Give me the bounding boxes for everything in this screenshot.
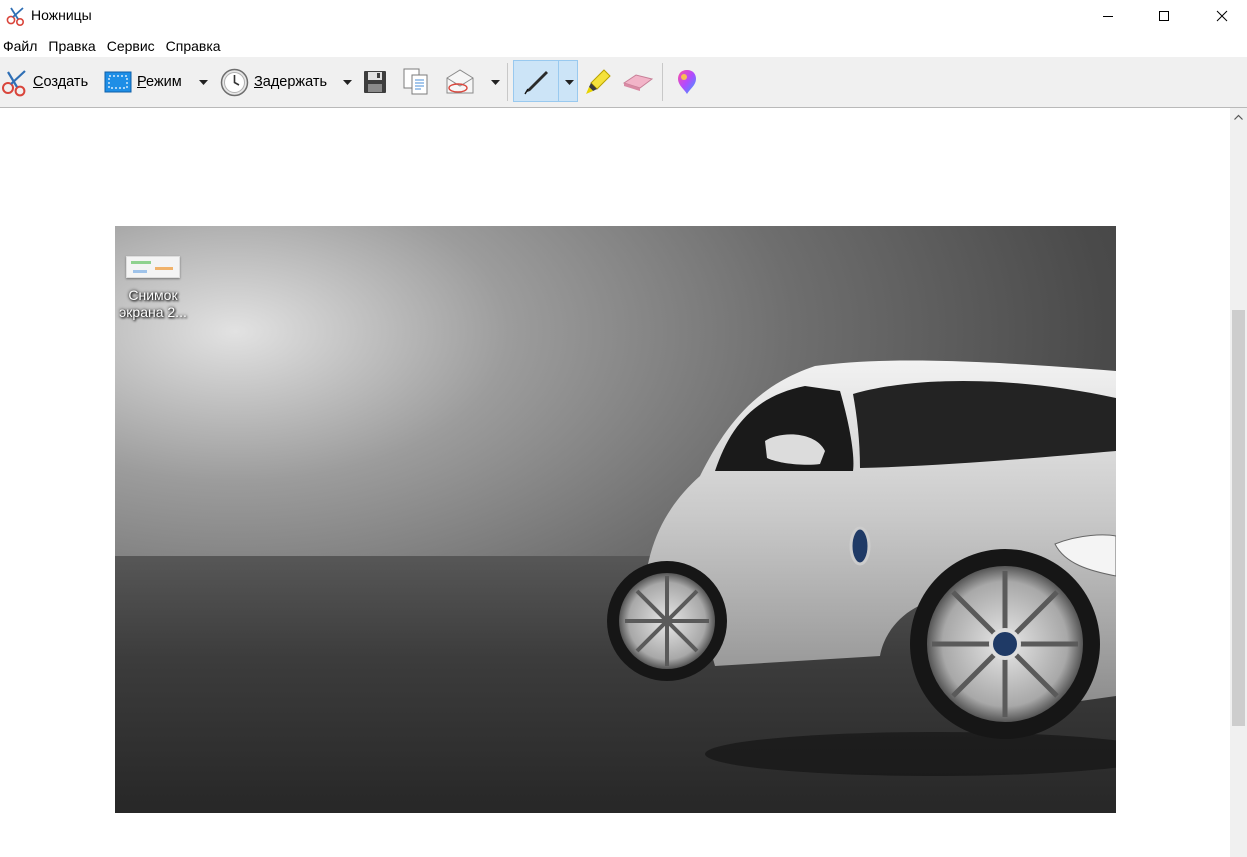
toolbar-separator <box>662 63 663 101</box>
save-icon <box>364 71 386 93</box>
scroll-thumb[interactable] <box>1232 310 1245 726</box>
delay-label: Задержать <box>254 74 328 90</box>
close-icon <box>1216 10 1228 22</box>
close-button[interactable] <box>1199 0 1245 32</box>
copy-button[interactable] <box>403 57 429 107</box>
menu-help[interactable]: Справка <box>162 35 228 57</box>
scissors-icon <box>2 70 26 97</box>
mode-button[interactable]: Режим <box>104 57 182 107</box>
chevron-down-icon <box>564 79 574 85</box>
delay-dropdown[interactable] <box>339 57 355 107</box>
highlighter-icon <box>586 69 611 94</box>
snip-canvas: Снимок экрана 2... <box>0 108 1230 857</box>
paint3d-icon <box>678 70 696 94</box>
pen-icon <box>524 71 548 95</box>
scroll-up-button[interactable] <box>1230 108 1247 125</box>
send-email-icon <box>446 69 474 94</box>
scissors-app-icon <box>6 7 25 27</box>
menu-tools[interactable]: Сервис <box>103 35 162 57</box>
menu-file[interactable]: Файл <box>0 35 44 57</box>
minimize-icon <box>1103 16 1113 17</box>
paint3d-button[interactable] <box>676 57 698 107</box>
maximize-button[interactable] <box>1141 0 1187 32</box>
new-snip-button[interactable]: Создать <box>0 57 88 107</box>
chevron-up-icon <box>1234 114 1243 120</box>
send-dropdown[interactable] <box>487 57 503 107</box>
toolbar: Создать Режим Задержать <box>0 57 1247 108</box>
rect-mode-icon <box>104 71 132 93</box>
desktop-file-icon: Снимок экрана 2... <box>115 256 191 321</box>
toolbar-separator <box>507 63 508 101</box>
chevron-down-icon <box>198 79 208 85</box>
vertical-scrollbar[interactable] <box>1230 108 1247 857</box>
menu-edit[interactable]: Правка <box>44 35 102 57</box>
desktop-file-label: Снимок экрана 2... <box>119 287 187 320</box>
pen-button[interactable] <box>522 57 550 107</box>
window-title: Ножницы <box>31 7 92 23</box>
pen-dropdown[interactable] <box>561 57 577 107</box>
highlighter-button[interactable] <box>584 57 612 107</box>
eraser-icon <box>622 74 654 91</box>
menu-bar: Файл Правка Сервис Справка <box>0 35 1247 57</box>
mode-label: Режим <box>137 74 182 90</box>
copy-icon <box>403 68 428 95</box>
captured-screenshot: Снимок экрана 2... <box>115 226 1116 813</box>
maximize-icon <box>1159 11 1169 21</box>
clock-icon <box>220 68 249 96</box>
chevron-down-icon <box>490 79 500 85</box>
chevron-down-icon <box>342 79 352 85</box>
send-button[interactable] <box>445 57 475 107</box>
pen-split-divider <box>558 61 559 101</box>
new-snip-label: Создать <box>33 74 89 90</box>
car-image <box>607 360 1116 776</box>
save-button[interactable] <box>363 57 387 107</box>
file-thumbnail-icon <box>126 256 180 278</box>
title-bar: Ножницы <box>0 0 1247 32</box>
eraser-button[interactable] <box>622 57 654 107</box>
delay-button[interactable]: Задержать <box>220 57 327 107</box>
minimize-button[interactable] <box>1085 0 1131 32</box>
mode-dropdown[interactable] <box>195 57 211 107</box>
